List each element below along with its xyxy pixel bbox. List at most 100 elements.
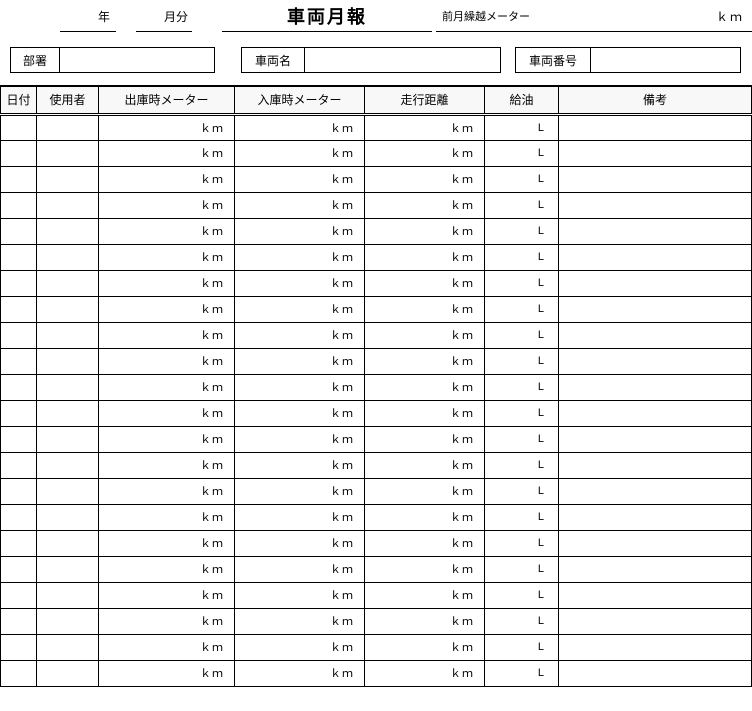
cell-fuel[interactable]: L — [485, 374, 559, 400]
cell-date[interactable] — [1, 556, 37, 582]
cell-fuel[interactable]: L — [485, 114, 559, 140]
cell-user[interactable] — [37, 426, 99, 452]
cell-distance[interactable]: ｋｍ — [365, 608, 485, 634]
cell-distance[interactable]: ｋｍ — [365, 270, 485, 296]
cell-meter-out[interactable]: ｋｍ — [99, 608, 235, 634]
cell-meter-out[interactable]: ｋｍ — [99, 660, 235, 686]
cell-meter-in[interactable]: ｋｍ — [235, 452, 365, 478]
cell-meter-out[interactable]: ｋｍ — [99, 166, 235, 192]
cell-distance[interactable]: ｋｍ — [365, 296, 485, 322]
cell-note[interactable] — [559, 608, 752, 634]
cell-meter-out[interactable]: ｋｍ — [99, 530, 235, 556]
cell-meter-out[interactable]: ｋｍ — [99, 374, 235, 400]
cell-meter-out[interactable]: ｋｍ — [99, 244, 235, 270]
cell-date[interactable] — [1, 504, 37, 530]
cell-note[interactable] — [559, 374, 752, 400]
cell-fuel[interactable]: L — [485, 244, 559, 270]
cell-fuel[interactable]: L — [485, 608, 559, 634]
cell-user[interactable] — [37, 218, 99, 244]
cell-meter-in[interactable]: ｋｍ — [235, 634, 365, 660]
cell-meter-out[interactable]: ｋｍ — [99, 400, 235, 426]
cell-meter-out[interactable]: ｋｍ — [99, 556, 235, 582]
cell-distance[interactable]: ｋｍ — [365, 218, 485, 244]
cell-meter-out[interactable]: ｋｍ — [99, 192, 235, 218]
cell-meter-in[interactable]: ｋｍ — [235, 426, 365, 452]
cell-note[interactable] — [559, 452, 752, 478]
cell-fuel[interactable]: L — [485, 504, 559, 530]
cell-fuel[interactable]: L — [485, 192, 559, 218]
cell-fuel[interactable]: L — [485, 348, 559, 374]
cell-distance[interactable]: ｋｍ — [365, 348, 485, 374]
cell-date[interactable] — [1, 348, 37, 374]
cell-meter-in[interactable]: ｋｍ — [235, 322, 365, 348]
cell-date[interactable] — [1, 426, 37, 452]
cell-user[interactable] — [37, 478, 99, 504]
cell-note[interactable] — [559, 504, 752, 530]
cell-fuel[interactable]: L — [485, 140, 559, 166]
cell-meter-out[interactable]: ｋｍ — [99, 426, 235, 452]
cell-date[interactable] — [1, 452, 37, 478]
cell-fuel[interactable]: L — [485, 478, 559, 504]
cell-distance[interactable]: ｋｍ — [365, 582, 485, 608]
cell-user[interactable] — [37, 322, 99, 348]
cell-meter-in[interactable]: ｋｍ — [235, 530, 365, 556]
cell-meter-in[interactable]: ｋｍ — [235, 478, 365, 504]
cell-meter-out[interactable]: ｋｍ — [99, 114, 235, 140]
cell-user[interactable] — [37, 270, 99, 296]
cell-note[interactable] — [559, 270, 752, 296]
cell-fuel[interactable]: L — [485, 400, 559, 426]
cell-meter-out[interactable]: ｋｍ — [99, 296, 235, 322]
cell-distance[interactable]: ｋｍ — [365, 140, 485, 166]
cell-note[interactable] — [559, 348, 752, 374]
cell-user[interactable] — [37, 192, 99, 218]
cell-fuel[interactable]: L — [485, 166, 559, 192]
cell-meter-out[interactable]: ｋｍ — [99, 270, 235, 296]
vehicle-name-value[interactable] — [305, 47, 501, 73]
cell-distance[interactable]: ｋｍ — [365, 114, 485, 140]
cell-fuel[interactable]: L — [485, 634, 559, 660]
cell-date[interactable] — [1, 218, 37, 244]
cell-date[interactable] — [1, 634, 37, 660]
cell-distance[interactable]: ｋｍ — [365, 660, 485, 686]
cell-date[interactable] — [1, 608, 37, 634]
cell-distance[interactable]: ｋｍ — [365, 556, 485, 582]
cell-date[interactable] — [1, 478, 37, 504]
cell-distance[interactable]: ｋｍ — [365, 426, 485, 452]
cell-distance[interactable]: ｋｍ — [365, 634, 485, 660]
cell-user[interactable] — [37, 348, 99, 374]
cell-date[interactable] — [1, 530, 37, 556]
cell-note[interactable] — [559, 166, 752, 192]
cell-meter-in[interactable]: ｋｍ — [235, 296, 365, 322]
cell-note[interactable] — [559, 634, 752, 660]
cell-date[interactable] — [1, 582, 37, 608]
cell-user[interactable] — [37, 556, 99, 582]
cell-meter-in[interactable]: ｋｍ — [235, 400, 365, 426]
cell-distance[interactable]: ｋｍ — [365, 192, 485, 218]
cell-meter-in[interactable]: ｋｍ — [235, 556, 365, 582]
cell-date[interactable] — [1, 322, 37, 348]
cell-meter-out[interactable]: ｋｍ — [99, 322, 235, 348]
cell-user[interactable] — [37, 400, 99, 426]
dept-value[interactable] — [60, 47, 215, 73]
cell-user[interactable] — [37, 504, 99, 530]
cell-meter-in[interactable]: ｋｍ — [235, 270, 365, 296]
cell-date[interactable] — [1, 374, 37, 400]
cell-note[interactable] — [559, 426, 752, 452]
cell-note[interactable] — [559, 140, 752, 166]
cell-meter-in[interactable]: ｋｍ — [235, 166, 365, 192]
cell-user[interactable] — [37, 530, 99, 556]
cell-meter-out[interactable]: ｋｍ — [99, 218, 235, 244]
cell-fuel[interactable]: L — [485, 296, 559, 322]
cell-meter-out[interactable]: ｋｍ — [99, 478, 235, 504]
cell-fuel[interactable]: L — [485, 582, 559, 608]
cell-user[interactable] — [37, 660, 99, 686]
cell-note[interactable] — [559, 582, 752, 608]
cell-user[interactable] — [37, 608, 99, 634]
cell-user[interactable] — [37, 374, 99, 400]
cell-user[interactable] — [37, 140, 99, 166]
cell-user[interactable] — [37, 452, 99, 478]
cell-user[interactable] — [37, 582, 99, 608]
cell-date[interactable] — [1, 114, 37, 140]
cell-fuel[interactable]: L — [485, 452, 559, 478]
cell-meter-out[interactable]: ｋｍ — [99, 634, 235, 660]
